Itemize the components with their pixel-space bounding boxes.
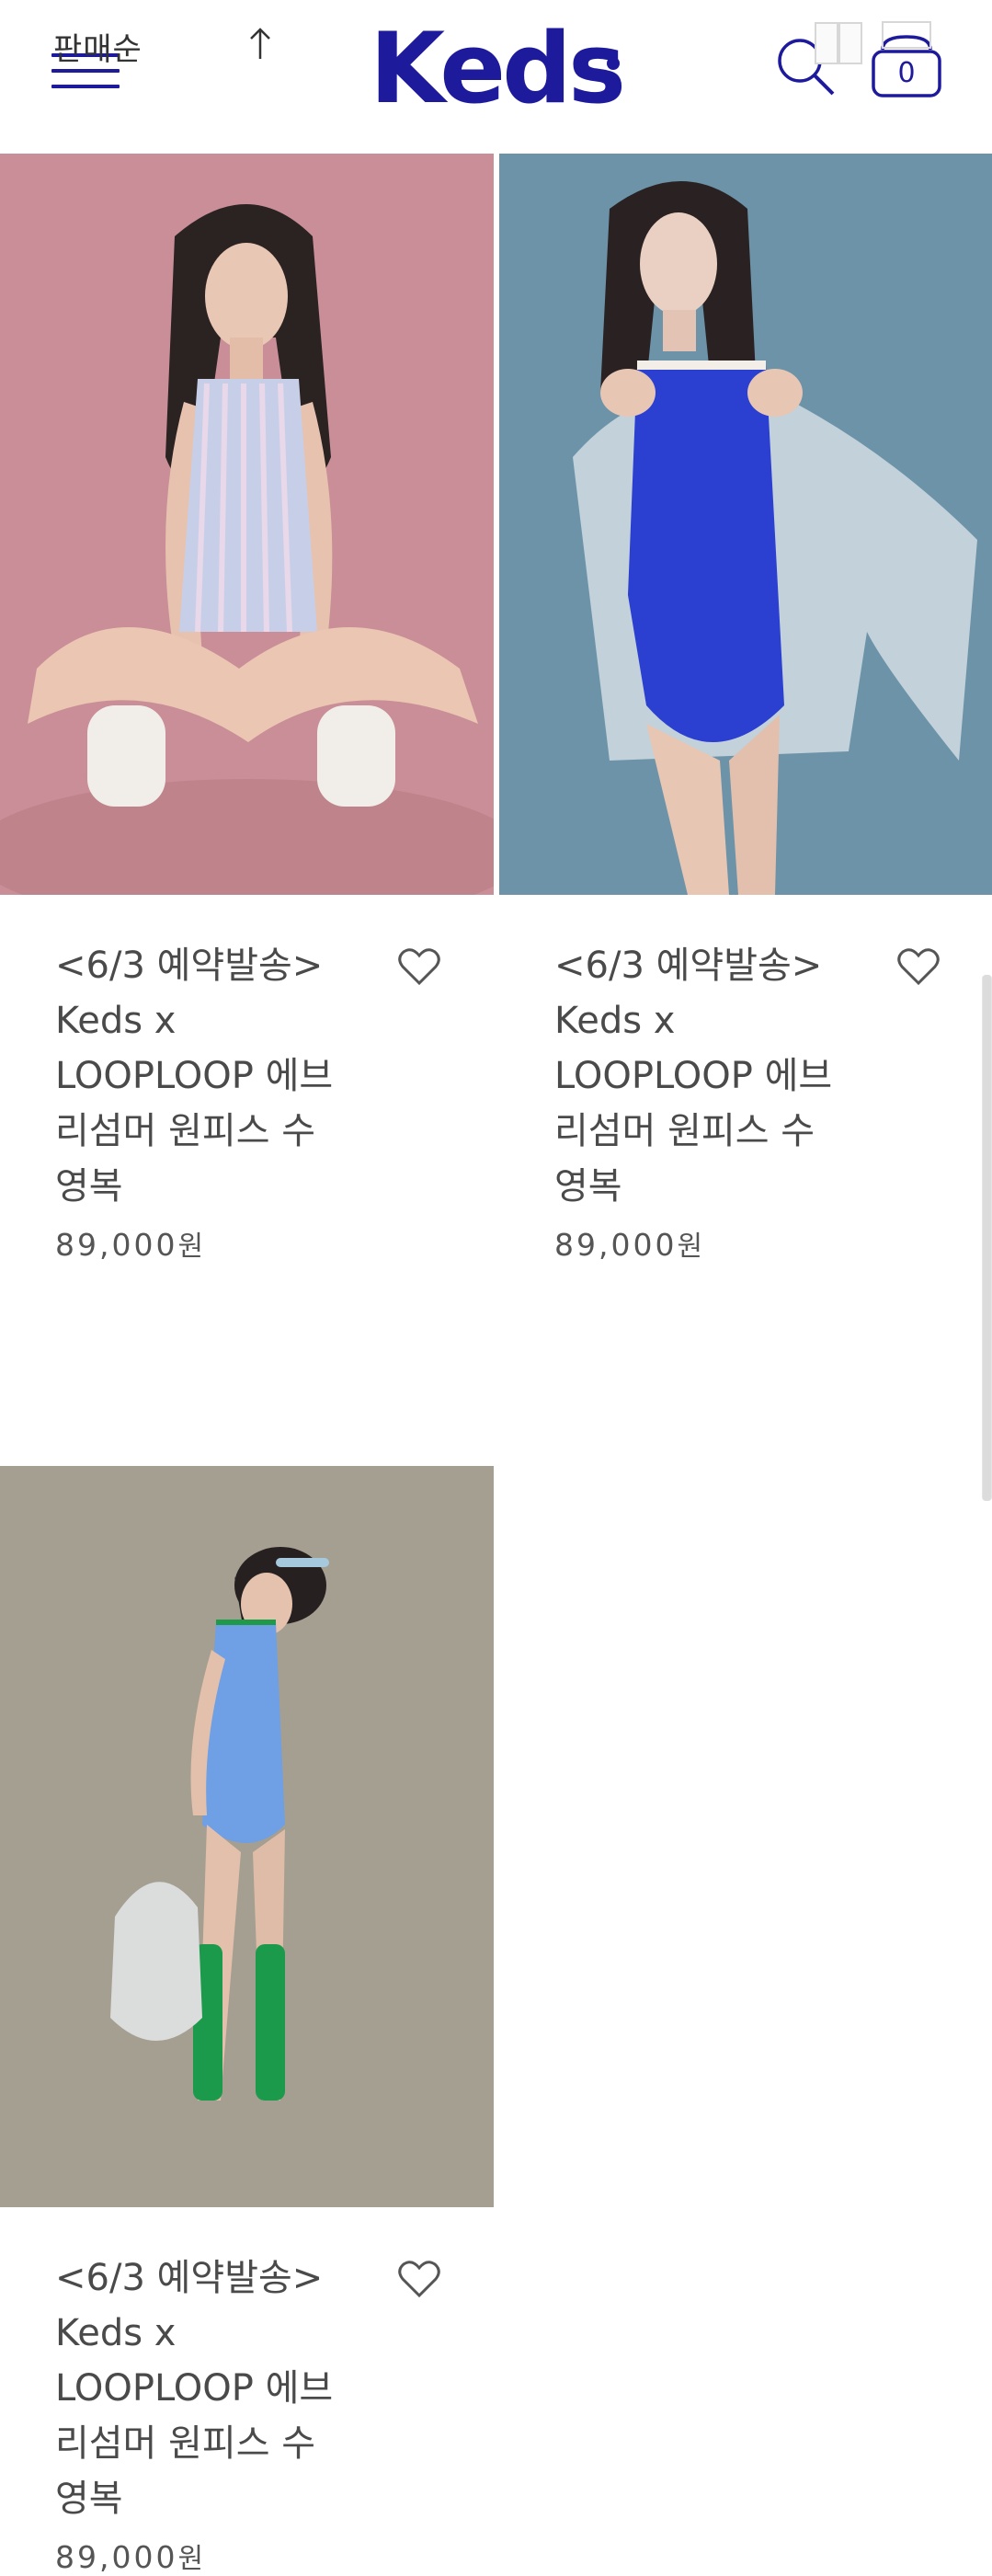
product-price: 89,000원 [55, 1223, 203, 1264]
keds-logo[interactable]: Keds [370, 9, 626, 129]
product-name-full[interactable]: <6/3 예약발송> Keds x LOOPLOOP 에브리섬머 원피스 수영복 [554, 938, 904, 1214]
product-price: 89,000원 [55, 2536, 203, 2576]
price-value: 89,000 [55, 1227, 178, 1263]
price-currency: 원 [677, 1231, 703, 1263]
registered-mark-icon [607, 57, 620, 70]
product-image[interactable] [499, 154, 992, 895]
product-price: 89,000원 [554, 1223, 702, 1264]
product-name-line: 영복 [554, 1165, 622, 1208]
sort-selector[interactable]: 판매순 [53, 24, 143, 69]
price-value: 89,000 [55, 2539, 178, 2575]
product-name-line: <6/3 예약발송> [554, 945, 823, 987]
product-name-line: <6/3 예약발송> [55, 945, 324, 987]
product-name-line: LOOPLOOP 에브 [55, 1055, 334, 1097]
cart-count-badge: 0 [897, 57, 916, 89]
product-name-line: 영복 [55, 2478, 123, 2520]
product-name-line: Keds x [55, 2312, 177, 2354]
product-image[interactable] [0, 154, 494, 895]
arrow-up-icon[interactable] [244, 26, 277, 63]
placeholder-icon [838, 22, 862, 64]
scrollbar-thumb[interactable] [983, 975, 991, 1501]
product-name-line: Keds x [55, 1000, 177, 1042]
price-value: 89,000 [554, 1227, 678, 1263]
product-name-line: Keds x [554, 1000, 676, 1042]
site-header: 판매순 Keds 0 [0, 0, 992, 154]
price-currency: 원 [177, 1231, 204, 1263]
price-currency: 원 [177, 2543, 204, 2575]
product-name-line: <6/3 예약발송> [55, 2257, 324, 2299]
product-name-line: LOOPLOOP 에브 [55, 2367, 334, 2410]
product-name-line: 리섬머 원피스 수 [55, 2422, 316, 2465]
product-name-line: 리섬머 원피스 수 [554, 1110, 815, 1152]
product-name-full[interactable]: <6/3 예약발송> Keds x LOOPLOOP 에브리섬머 원피스 수영복 [55, 2250, 405, 2526]
product-name-line: 영복 [55, 1165, 123, 1208]
product-image[interactable] [0, 1466, 494, 2207]
cart-button[interactable]: 0 [870, 20, 943, 99]
product-name-line: 리섬머 원피스 수 [55, 1110, 316, 1152]
product-name-full[interactable]: <6/3 예약발송> Keds x LOOPLOOP 에브리섬머 원피스 수영복 [55, 938, 405, 1214]
product-name-line: LOOPLOOP 에브 [554, 1055, 833, 1097]
placeholder-icon [815, 22, 838, 64]
product-listing-page: 판매순 Keds 0 <6/3 예약발송> Keds x LOOPLOOP 에브… [0, 0, 992, 2576]
